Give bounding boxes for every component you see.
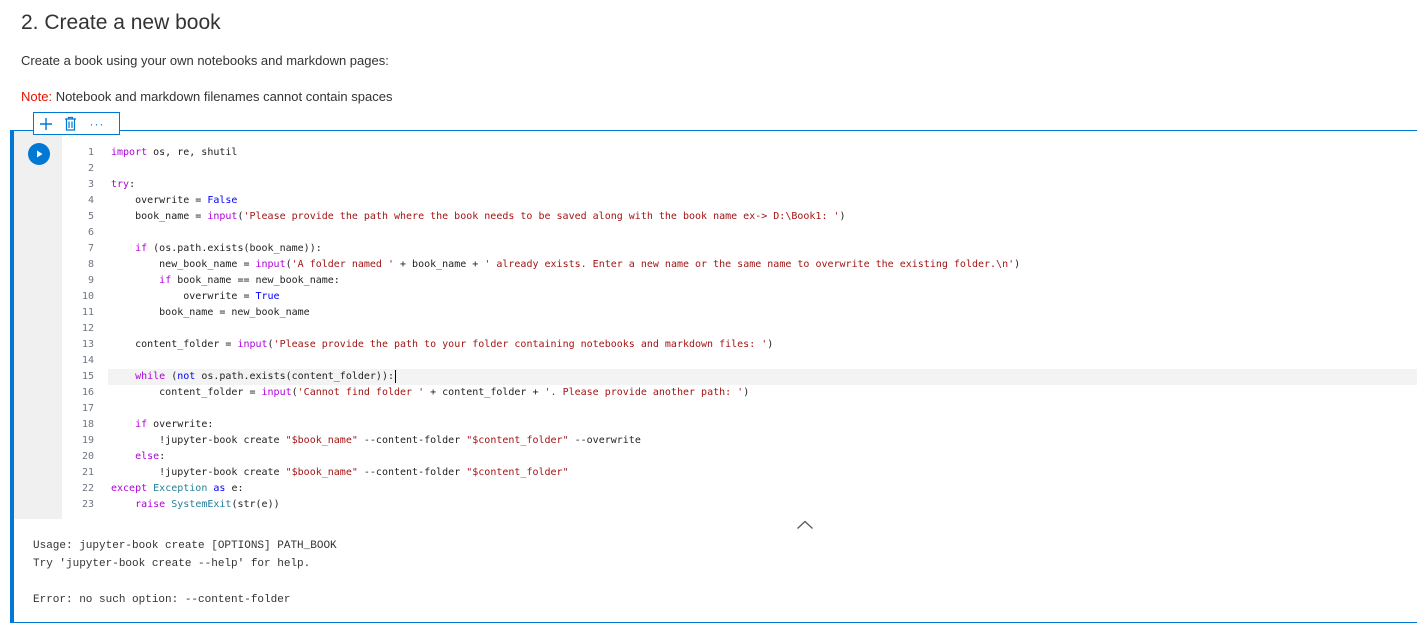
more-actions-button[interactable]: ··· (82, 113, 112, 134)
delete-cell-button[interactable] (58, 113, 82, 134)
run-cell-button[interactable] (28, 143, 50, 165)
line-number: 20 (81, 451, 94, 462)
code-lines[interactable]: import os, re, shutil try: overwrite = F… (108, 145, 1417, 513)
line-number: 14 (81, 355, 94, 366)
code-cell[interactable]: 1 2 3 4 5 6 7 8 9 10 11 12 13 14 15 16 1… (10, 130, 1417, 623)
trash-icon (64, 116, 76, 131)
line-number: 5 (87, 211, 94, 222)
code-line[interactable]: try: (111, 177, 1417, 193)
cell-output: Usage: jupyter-book create [OPTIONS] PAT… (33, 537, 337, 609)
line-number: 4 (87, 195, 94, 206)
note-label: Note: (21, 89, 53, 104)
line-number: 6 (87, 227, 94, 238)
line-number: 17 (81, 403, 94, 414)
play-icon (37, 150, 43, 158)
chevron-up-icon (797, 520, 813, 529)
code-line[interactable]: raise SystemExit(str(e)) (111, 497, 1417, 513)
code-line[interactable]: new_book_name = input('A folder named ' … (111, 257, 1417, 273)
line-number: 12 (81, 323, 94, 334)
code-line[interactable]: content_folder = input('Cannot find fold… (111, 385, 1417, 401)
code-line[interactable]: if book_name == new_book_name: (111, 273, 1417, 289)
line-number: 11 (81, 307, 94, 318)
output-line: Try 'jupyter-book create --help' for hel… (33, 558, 311, 570)
plus-icon (40, 117, 52, 130)
code-line[interactable] (111, 353, 1417, 369)
line-number: 7 (87, 243, 94, 254)
code-line[interactable]: except Exception as e: (111, 481, 1417, 497)
line-number: 10 (81, 291, 94, 302)
cell-toolbar: ··· (33, 112, 120, 135)
line-numbers: 1 2 3 4 5 6 7 8 9 10 11 12 13 14 15 16 1… (62, 145, 94, 513)
code-line[interactable]: book_name = input('Please provide the pa… (111, 209, 1417, 225)
section-heading: 2. Create a new book (21, 11, 221, 34)
code-line[interactable]: overwrite = True (111, 289, 1417, 305)
code-line-current[interactable]: while (not os.path.exists(content_folder… (108, 369, 1417, 385)
description-text: Create a book using your own notebooks a… (21, 53, 389, 68)
line-number: 23 (81, 499, 94, 510)
code-line[interactable]: else: (111, 449, 1417, 465)
line-number: 13 (81, 339, 94, 350)
code-line[interactable]: if (os.path.exists(book_name)): (111, 241, 1417, 257)
code-line[interactable]: if overwrite: (111, 417, 1417, 433)
line-number: 16 (81, 387, 94, 398)
code-line[interactable]: import os, re, shutil (111, 145, 1417, 161)
collapse-output-button[interactable] (793, 517, 817, 533)
code-line[interactable] (111, 161, 1417, 177)
note-body: Notebook and markdown filenames cannot c… (52, 89, 393, 104)
line-number: 19 (81, 435, 94, 446)
note-text: Note: Notebook and markdown filenames ca… (21, 88, 392, 106)
code-line[interactable] (111, 321, 1417, 337)
code-line[interactable]: !jupyter-book create "$book_name" --cont… (111, 433, 1417, 449)
code-line[interactable]: book_name = new_book_name (111, 305, 1417, 321)
line-number: 21 (81, 467, 94, 478)
code-line[interactable]: content_folder = input('Please provide t… (111, 337, 1417, 353)
cell-gutter (14, 131, 62, 519)
output-line: Error: no such option: --content-folder (33, 594, 291, 606)
line-number: 15 (81, 371, 94, 382)
line-number: 2 (87, 163, 94, 174)
line-number: 9 (87, 275, 94, 286)
code-line[interactable]: overwrite = False (111, 193, 1417, 209)
output-line: Usage: jupyter-book create [OPTIONS] PAT… (33, 540, 337, 552)
line-number: 1 (87, 147, 94, 158)
code-editor[interactable]: 1 2 3 4 5 6 7 8 9 10 11 12 13 14 15 16 1… (14, 131, 1417, 519)
code-line[interactable]: !jupyter-book create "$book_name" --cont… (111, 465, 1417, 481)
line-number: 3 (87, 179, 94, 190)
code-line[interactable] (111, 225, 1417, 241)
line-number: 18 (81, 419, 94, 430)
line-number: 8 (87, 259, 94, 270)
code-line[interactable] (111, 401, 1417, 417)
line-number: 22 (81, 483, 94, 494)
text-cursor (395, 369, 396, 383)
add-cell-button[interactable] (34, 113, 58, 134)
